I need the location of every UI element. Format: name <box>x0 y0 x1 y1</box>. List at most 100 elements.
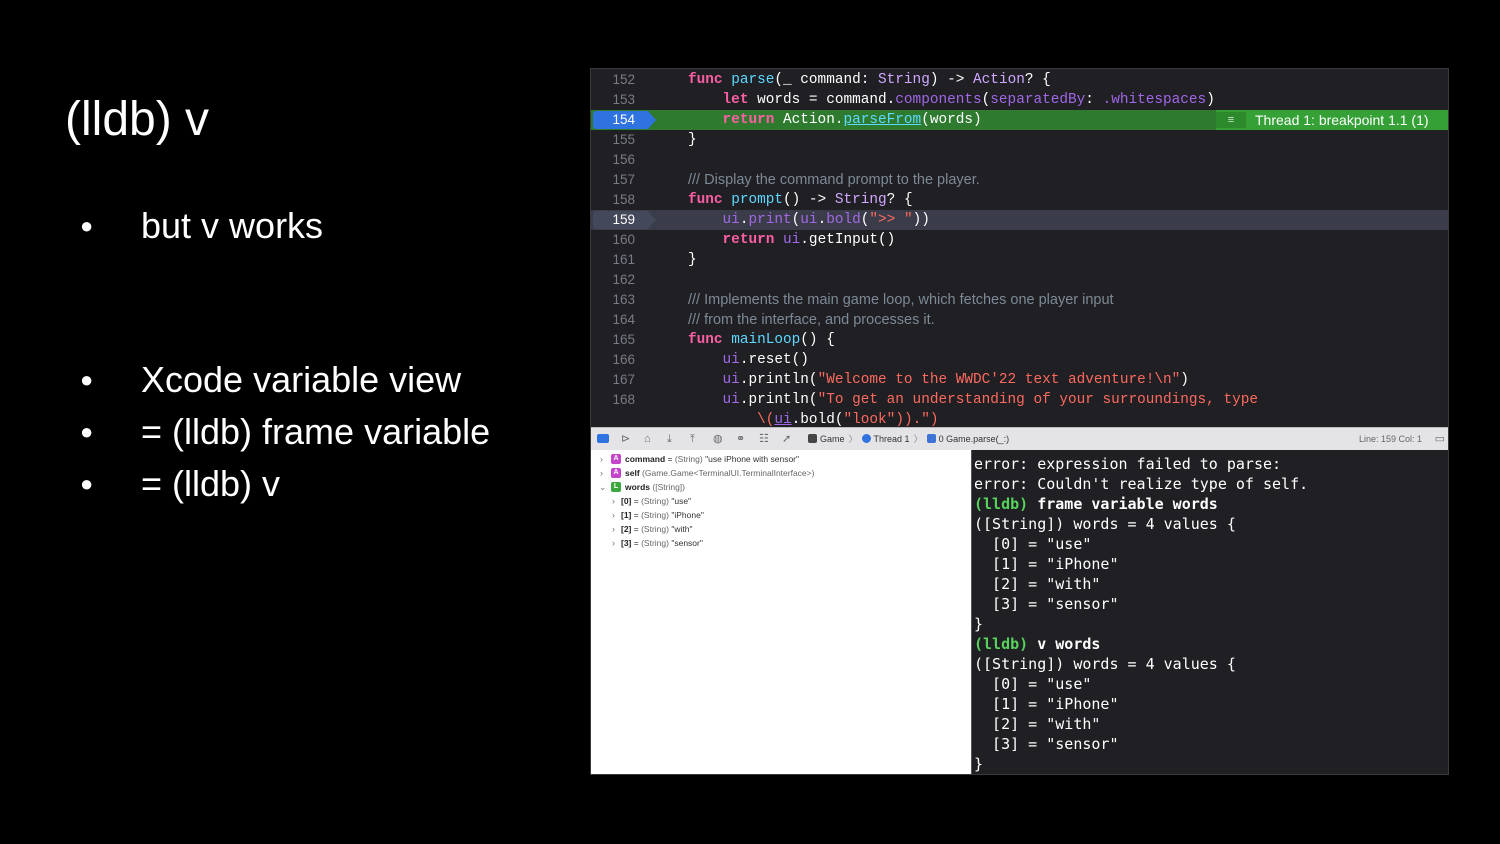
variable-type: (String) <box>641 496 669 506</box>
line-number[interactable]: 158 <box>591 190 635 210</box>
disclosure-chevron-icon[interactable]: › <box>612 536 620 550</box>
line-number[interactable]: 159 <box>591 210 635 230</box>
code-token: )) <box>912 212 930 228</box>
code-token: .reset() <box>739 352 809 368</box>
line-number[interactable]: 167 <box>591 370 635 390</box>
breadcrumb: Game 〉 Thread 1 〉 0 Game.parse(_:) <box>808 428 1009 450</box>
variable-value: "iPhone" <box>671 510 704 520</box>
console-line: } <box>974 615 984 633</box>
line-number[interactable]: 164 <box>591 310 635 330</box>
breadcrumb-item[interactable]: 0 Game.parse(_:) <box>939 434 1010 444</box>
comment-prefix: /// <box>688 292 701 308</box>
view-hierarchy-icon[interactable]: ◍ <box>713 428 723 450</box>
step-over-icon[interactable]: ⌂ <box>644 428 651 450</box>
disclosure-chevron-icon[interactable]: › <box>612 522 620 536</box>
line-number[interactable]: 153 <box>591 90 635 110</box>
variable-name: [0] <box>621 496 632 506</box>
code-line[interactable]: 166 ui.reset() <box>591 350 1448 370</box>
line-number[interactable]: 157 <box>591 170 635 190</box>
console-command: v words <box>1037 635 1101 653</box>
disclosure-chevron-icon[interactable]: › <box>612 508 620 522</box>
line-col-indicator: Line: 159 Col: 1 <box>1358 434 1422 444</box>
code-token: .println( <box>739 372 818 388</box>
location-icon[interactable]: ➚ <box>782 428 791 450</box>
hide-debug-area-icon[interactable] <box>597 434 609 443</box>
code-token: Action <box>973 72 1025 88</box>
disclosure-chevron-icon[interactable]: › <box>600 466 608 480</box>
code-token: ui <box>722 372 740 388</box>
disclosure-chevron-icon[interactable]: › <box>612 494 620 508</box>
console-line: } <box>974 755 984 773</box>
line-number[interactable]: 168 <box>591 390 635 410</box>
code-line[interactable]: 160 return ui.getInput() <box>591 230 1448 250</box>
bullet-item: ● = (lldb) v <box>80 458 490 510</box>
code-line[interactable]: 157 /// Display the command prompt to th… <box>591 170 1448 190</box>
split-view-icon[interactable]: ▭ <box>1435 428 1445 450</box>
code-token: let <box>722 92 749 108</box>
line-number[interactable]: 163 <box>591 290 635 310</box>
variable-type: (Game.Game<TerminalUI.TerminalInterface>… <box>642 468 815 478</box>
variable-type: ([String]) <box>652 482 685 492</box>
breadcrumb-item[interactable]: Game <box>820 434 845 444</box>
frame-icon <box>926 434 936 443</box>
code-line[interactable]: 163 /// Implements the main game loop, w… <box>591 290 1448 310</box>
code-token: "Welcome to the WWDC'22 text adventure!\… <box>817 372 1181 388</box>
code-line-continuation[interactable]: \(ui.bold("look")).") <box>591 410 1448 427</box>
code-line[interactable]: 165 func mainLoop() { <box>591 330 1448 350</box>
code-line[interactable]: 155 } <box>591 130 1448 150</box>
line-number[interactable]: 154 <box>591 110 635 130</box>
line-number[interactable]: 152 <box>591 70 635 90</box>
code-line[interactable]: 168 ui.println("To get an understanding … <box>591 390 1448 410</box>
line-number[interactable]: 166 <box>591 350 635 370</box>
variables-view[interactable]: › A command = (String) "use iPhone with … <box>591 450 971 774</box>
line-number[interactable]: 156 <box>591 150 635 170</box>
line-number[interactable]: 161 <box>591 250 635 270</box>
code-token: : <box>1085 92 1103 108</box>
code-line[interactable]: 164 /// from the interface, and processe… <box>591 310 1448 330</box>
source-editor[interactable]: 152 func parse(_ command: String) -> Act… <box>591 69 1448 427</box>
code-token: return <box>722 112 775 128</box>
line-number[interactable]: 165 <box>591 330 635 350</box>
disclosure-chevron-open-icon[interactable]: ⌄ <box>599 480 607 494</box>
step-out-icon[interactable]: ⤒ <box>690 428 695 450</box>
code-line[interactable]: 153 let words = command.components(separ… <box>591 90 1448 110</box>
code-line[interactable]: 152 func parse(_ command: String) -> Act… <box>591 70 1448 90</box>
code-token: () -> <box>783 192 835 208</box>
console-line: ([String]) words = 4 values { <box>974 515 1236 533</box>
bullet-dot-icon: ● <box>80 367 94 392</box>
current-line[interactable]: 159 ui.print(ui.bold(">> ")) <box>591 210 1448 230</box>
code-token: ? { <box>886 192 913 208</box>
code-token: String <box>834 192 887 208</box>
variable-value: "use" <box>671 496 692 506</box>
bullet-text: but v works <box>141 205 324 246</box>
lldb-console[interactable]: error: expression failed to parse: error… <box>972 450 1448 774</box>
variable-type: (String) <box>641 510 669 520</box>
code-token: func <box>688 192 723 208</box>
code-line[interactable]: 167 ui.println("Welcome to the WWDC'22 t… <box>591 370 1448 390</box>
console-line: [2] = "with" <box>974 715 1101 733</box>
variable-name: self <box>625 468 640 478</box>
line-number[interactable]: 160 <box>591 230 635 250</box>
code-line[interactable]: 158 func prompt() -> String? { <box>591 190 1448 210</box>
variable-name: [1] <box>621 510 632 520</box>
memory-graph-icon[interactable]: ⚭ <box>736 428 745 450</box>
code-line[interactable]: 161 } <box>591 250 1448 270</box>
code-token: () { <box>800 332 835 348</box>
breakpoint-badge[interactable]: ≡ Thread 1: breakpoint 1.1 (1) <box>1216 110 1448 130</box>
disclosure-chevron-icon[interactable]: › <box>600 452 608 466</box>
environment-icon[interactable]: ☷ <box>759 428 769 450</box>
step-into-icon[interactable]: ⤓ <box>667 428 672 450</box>
breadcrumb-item[interactable]: Thread 1 <box>874 434 910 444</box>
bullet-dot-icon: ● <box>80 419 94 444</box>
variable-name: words <box>625 482 651 492</box>
code-token: )). <box>895 412 922 427</box>
code-line[interactable]: 156 <box>591 150 1448 170</box>
code-line[interactable]: 162 <box>591 270 1448 290</box>
breakpoint-line[interactable]: 154 return Action.parseFrom(words) ≡ Thre… <box>591 110 1448 130</box>
line-number[interactable]: 155 <box>591 130 635 150</box>
code-token: prompt <box>731 192 784 208</box>
continue-icon[interactable]: ⊳ <box>621 428 630 450</box>
line-number[interactable]: 162 <box>591 270 635 290</box>
